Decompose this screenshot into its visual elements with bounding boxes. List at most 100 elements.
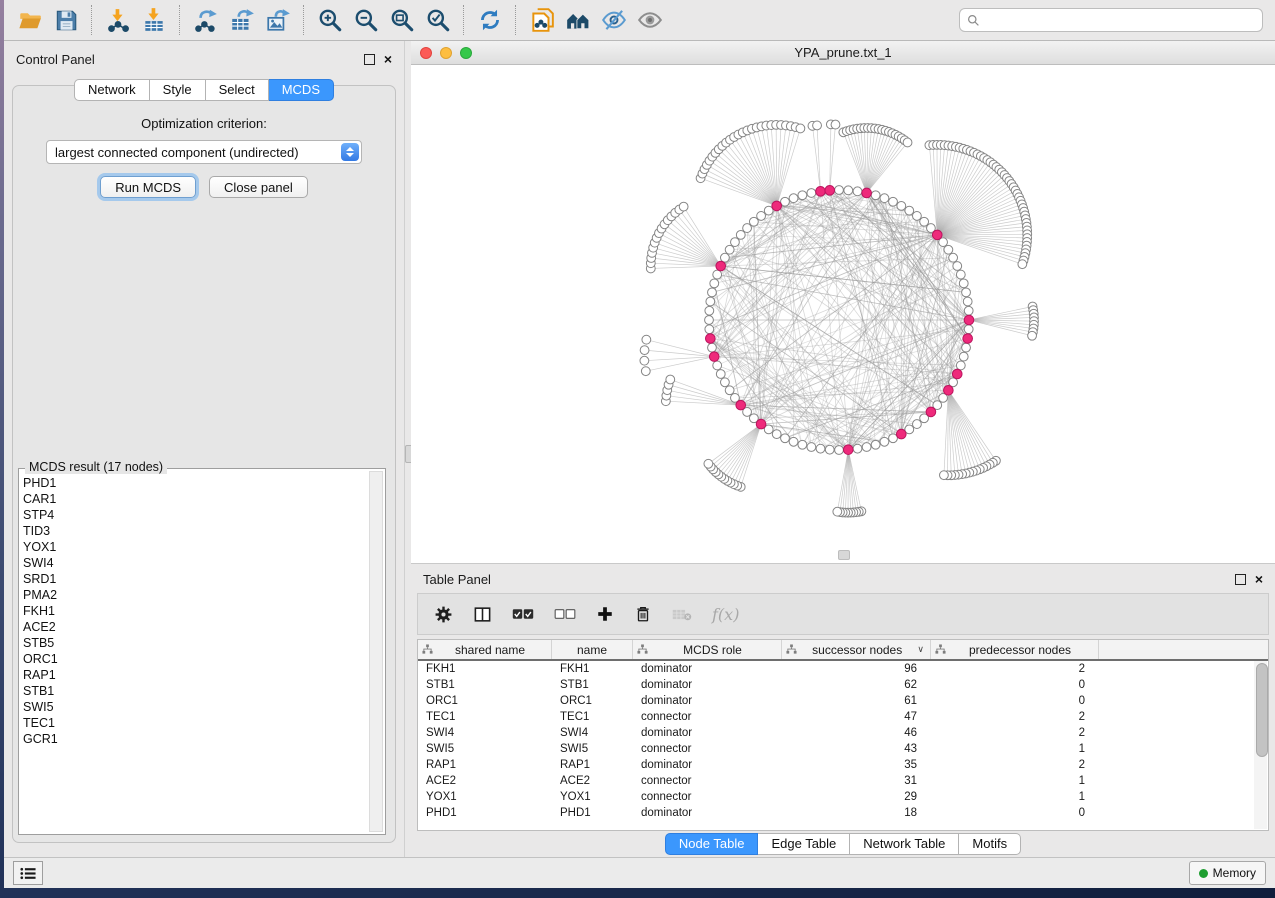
tab-motifs[interactable]: Motifs — [959, 833, 1021, 855]
zoom-out-icon[interactable] — [348, 3, 384, 37]
mcds-result-item[interactable]: FKH1 — [23, 603, 367, 619]
mcds-result-item[interactable]: SWI5 — [23, 699, 367, 715]
task-history-button[interactable] — [13, 861, 43, 885]
tab-network-table[interactable]: Network Table — [850, 833, 959, 855]
table-toolbar: f(x) — [417, 593, 1269, 635]
zoom-selected-icon[interactable] — [420, 3, 456, 37]
deselect-all-icon[interactable] — [554, 607, 576, 621]
mcds-result-item[interactable]: GCR1 — [23, 731, 367, 747]
column-view-icon[interactable] — [473, 605, 492, 624]
cytoscape-window: Control Panel × NetworkStyleSelectMCDS O… — [4, 0, 1275, 888]
network-graph[interactable] — [411, 65, 1275, 563]
close-table-panel-icon[interactable]: × — [1255, 574, 1263, 584]
close-window-icon[interactable] — [420, 47, 432, 59]
table-row[interactable]: RAP1RAP1dominator352 — [418, 757, 1268, 773]
status-bar: Memory — [4, 857, 1275, 888]
tab-select[interactable]: Select — [206, 79, 269, 101]
export-image-icon[interactable] — [260, 3, 296, 37]
delete-icon[interactable] — [634, 605, 652, 623]
search-box[interactable] — [959, 8, 1263, 32]
show-eye-icon[interactable] — [632, 3, 668, 37]
vertical-splitter[interactable] — [404, 41, 411, 857]
mcds-result-item[interactable]: SWI4 — [23, 555, 367, 571]
zoom-in-icon[interactable] — [312, 3, 348, 37]
tab-mcds[interactable]: MCDS — [269, 79, 334, 101]
cell-successor-nodes: 18 — [782, 807, 931, 819]
table-row[interactable]: YOX1YOX1connector291 — [418, 789, 1268, 805]
cell-predecessor-nodes: 2 — [931, 663, 1099, 675]
network-window-titlebar: YPA_prune.txt_1 — [411, 41, 1275, 65]
function-builder-icon: f(x) — [712, 605, 739, 624]
import-table-icon[interactable] — [136, 3, 172, 37]
mcds-panel: Optimization criterion: largest connecte… — [12, 85, 396, 843]
cell-successor-nodes: 35 — [782, 759, 931, 771]
control-panel: Control Panel × NetworkStyleSelectMCDS O… — [4, 41, 404, 857]
export-network-icon[interactable] — [188, 3, 224, 37]
mcds-result-item[interactable]: SRD1 — [23, 571, 367, 587]
toolbar-separator — [515, 5, 517, 35]
sort-chevron-icon: ∨ — [917, 644, 924, 655]
zoom-fit-icon[interactable] — [384, 3, 420, 37]
close-panel-button[interactable]: Close panel — [209, 176, 308, 198]
share-document-icon[interactable] — [524, 3, 560, 37]
run-mcds-button[interactable]: Run MCDS — [100, 176, 196, 198]
memory-button[interactable]: Memory — [1189, 861, 1266, 885]
column-header-predecessor-nodes[interactable]: predecessor nodes — [931, 640, 1099, 659]
save-icon[interactable] — [48, 3, 84, 37]
horizontal-splitter-handle[interactable] — [838, 550, 850, 560]
mcds-result-item[interactable]: PHD1 — [23, 475, 367, 491]
table-row[interactable]: SWI4SWI4dominator462 — [418, 725, 1268, 741]
gear-icon[interactable] — [434, 605, 453, 624]
table-scrollbar[interactable] — [1254, 661, 1267, 829]
home-networks-icon[interactable] — [560, 3, 596, 37]
mcds-result-item[interactable]: ACE2 — [23, 619, 367, 635]
float-panel-icon[interactable] — [364, 54, 375, 65]
maximize-window-icon[interactable] — [460, 47, 472, 59]
table-row[interactable]: PHD1PHD1dominator180 — [418, 805, 1268, 821]
mcds-result-scrollbar[interactable] — [369, 471, 383, 832]
table-panel: Table Panel × f(x) s — [411, 563, 1275, 857]
mcds-result-item[interactable]: STB5 — [23, 635, 367, 651]
float-table-panel-icon[interactable] — [1235, 574, 1246, 585]
toolbar-separator — [179, 5, 181, 35]
mcds-result-item[interactable]: TID3 — [23, 523, 367, 539]
select-all-icon[interactable] — [512, 607, 534, 621]
table-row[interactable]: TEC1TEC1connector472 — [418, 709, 1268, 725]
mcds-result-item[interactable]: STP4 — [23, 507, 367, 523]
criterion-select[interactable]: largest connected component (undirected) — [46, 140, 362, 164]
mcds-result-item[interactable]: ORC1 — [23, 651, 367, 667]
mcds-result-item[interactable]: YOX1 — [23, 539, 367, 555]
column-header-mcds-role[interactable]: MCDS role — [633, 640, 782, 659]
table-row[interactable]: ACE2ACE2connector311 — [418, 773, 1268, 789]
hide-eye-icon[interactable] — [596, 3, 632, 37]
mcds-result-item[interactable]: STB1 — [23, 683, 367, 699]
mcds-result-item[interactable]: PMA2 — [23, 587, 367, 603]
cell-successor-nodes: 46 — [782, 727, 931, 739]
table-row[interactable]: ORC1ORC1dominator610 — [418, 693, 1268, 709]
table-scrollbar-thumb[interactable] — [1256, 663, 1268, 757]
mcds-result-item[interactable]: TEC1 — [23, 715, 367, 731]
tab-network[interactable]: Network — [74, 79, 150, 101]
add-column-icon[interactable] — [596, 605, 614, 623]
table-row[interactable]: STB1STB1dominator620 — [418, 677, 1268, 693]
close-panel-icon[interactable]: × — [384, 54, 392, 64]
export-table-icon[interactable] — [224, 3, 260, 37]
table-row[interactable]: FKH1FKH1dominator962 — [418, 661, 1268, 677]
network-view[interactable] — [411, 65, 1275, 563]
minimize-window-icon[interactable] — [440, 47, 452, 59]
mcds-result-item[interactable]: CAR1 — [23, 491, 367, 507]
table-row[interactable]: SWI5SWI5connector431 — [418, 741, 1268, 757]
column-header-shared-name[interactable]: shared name — [418, 640, 552, 659]
mcds-result-item[interactable]: RAP1 — [23, 667, 367, 683]
column-header-successor-nodes[interactable]: successor nodes∨ — [782, 640, 931, 659]
tab-style[interactable]: Style — [150, 79, 206, 101]
open-folder-icon[interactable] — [12, 3, 48, 37]
tab-edge-table[interactable]: Edge Table — [758, 833, 850, 855]
refresh-layout-icon[interactable] — [472, 3, 508, 37]
search-input[interactable] — [984, 12, 1255, 28]
cell-name: STB1 — [552, 679, 633, 691]
import-network-icon[interactable] — [100, 3, 136, 37]
cell-name: ACE2 — [552, 775, 633, 787]
tab-node-table[interactable]: Node Table — [665, 833, 759, 855]
column-header-name[interactable]: name — [552, 640, 633, 659]
